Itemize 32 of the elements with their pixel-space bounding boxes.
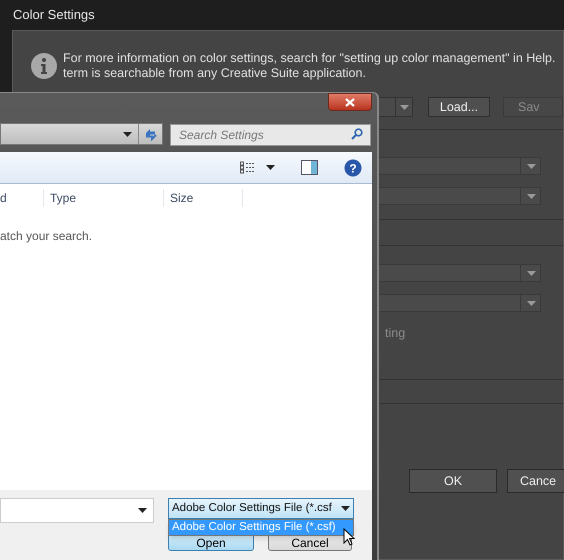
file-type-dropdown[interactable]: Adobe Color Settings File (*.csf [168, 498, 354, 519]
cancel-button[interactable]: Cance [507, 469, 564, 494]
caret-icon [527, 194, 536, 198]
caret-icon [341, 506, 350, 511]
info-icon [31, 53, 57, 79]
caret-icon [400, 104, 410, 110]
help-icon[interactable]: ? [344, 158, 362, 176]
column-header[interactable]: d [0, 188, 44, 206]
column-header[interactable]: Type [44, 188, 164, 206]
empty-message: atch your search. [0, 228, 94, 245]
info-text: For more information on color settings, search for "setting up color management" in Help. [63, 51, 556, 66]
caret-icon [527, 164, 536, 168]
caret-icon [123, 132, 132, 136]
ok-button[interactable]: OK [409, 469, 497, 494]
window-title: Color Settings [13, 6, 95, 24]
info-text: term is searchable from any Creative Suite application. [63, 66, 367, 81]
file-name-field[interactable] [0, 498, 154, 523]
search-icon [351, 128, 363, 140]
close-icon [345, 98, 355, 106]
close-button[interactable] [328, 93, 372, 111]
caret-icon [138, 508, 147, 513]
column-header[interactable]: Size [164, 188, 243, 206]
caret-icon [527, 270, 536, 276]
preview-pane-icon[interactable] [301, 160, 318, 175]
option-label: ting [385, 325, 406, 342]
caret-icon [266, 165, 275, 170]
view-options-icon[interactable] [240, 160, 256, 174]
search-field[interactable]: Search Settings [170, 124, 371, 146]
refresh-icon [144, 127, 158, 141]
address-bar[interactable] [0, 123, 163, 145]
caret-icon [527, 300, 536, 306]
load-button[interactable]: Load... [428, 97, 490, 117]
